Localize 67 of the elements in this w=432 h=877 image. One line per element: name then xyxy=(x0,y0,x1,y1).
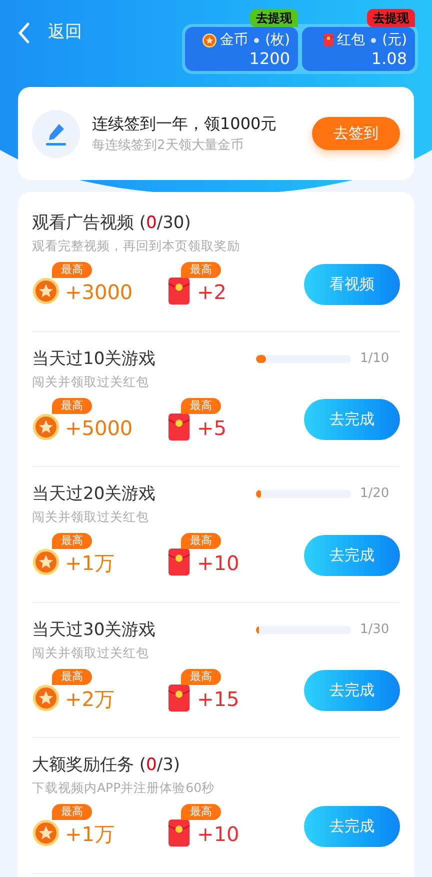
withdraw-tag[interactable]: 去提现 xyxy=(250,9,298,27)
task-title: 大额奖励任务 (0/3) xyxy=(32,754,182,777)
balance-label: 金币 xyxy=(220,31,248,49)
envelope-icon xyxy=(323,33,334,47)
checkin-subtitle: 每连续签到2天领大量金币 xyxy=(92,136,244,155)
max-badge: 最高 xyxy=(181,398,221,414)
withdraw-tag[interactable]: 去提现 xyxy=(367,9,415,27)
coin-reward: +5000 xyxy=(65,414,133,442)
task-subtitle: 闯关并领取过关红包 xyxy=(32,644,150,662)
task-title: 观看广告视频 (0/30) xyxy=(32,212,192,235)
coin-icon xyxy=(32,412,60,440)
envelope-icon xyxy=(167,412,191,442)
max-badge: 最高 xyxy=(52,668,92,684)
pencil-icon xyxy=(32,110,80,158)
max-badge: 最高 xyxy=(52,804,92,820)
max-badge: 最高 xyxy=(181,262,221,278)
task-title: 当天过10关游戏 xyxy=(32,348,157,370)
task-title: 当天过20关游戏 xyxy=(32,483,157,506)
max-badge: 最高 xyxy=(181,533,221,549)
balance-unit: (元) xyxy=(382,31,407,49)
task-subtitle: 闯关并领取过关红包 xyxy=(32,372,150,390)
coin-icon xyxy=(202,32,218,48)
back-icon xyxy=(18,22,30,44)
packet-reward: +5 xyxy=(197,414,226,442)
back-button[interactable]: 返回 xyxy=(18,20,82,46)
checkin-button[interactable]: 去签到 xyxy=(312,117,400,150)
balance-value: 1200 xyxy=(248,49,290,69)
balance-unit: (枚) xyxy=(265,31,290,49)
max-badge: 最高 xyxy=(181,668,221,684)
envelope-icon xyxy=(167,547,191,577)
progress-reading: 1/20 xyxy=(360,485,390,504)
balance-label: 红包 xyxy=(337,31,366,49)
progress-reading: 1/10 xyxy=(360,350,390,368)
checkin-title: 连续签到一年，领1000元 xyxy=(92,112,278,135)
task-button[interactable]: 去完成 xyxy=(304,670,400,711)
coin-reward: +3000 xyxy=(65,279,133,306)
envelope-icon xyxy=(167,276,191,306)
envelope-icon xyxy=(167,818,191,848)
coin-reward: +1万 xyxy=(65,821,114,848)
task-title: 当天过30关游戏 xyxy=(32,618,157,642)
coin-icon xyxy=(32,819,60,847)
balance-value: 1.08 xyxy=(370,49,407,69)
task-subtitle: 观看完整视频，再回到本页领取奖励 xyxy=(32,237,241,255)
coin-icon xyxy=(32,548,60,576)
coin-reward: +1万 xyxy=(65,550,114,577)
packet-reward: +2 xyxy=(197,279,226,306)
packet-reward: +10 xyxy=(197,821,240,848)
task-subtitle: 闯关并领取过关红包 xyxy=(32,508,150,526)
coin-icon xyxy=(32,277,60,305)
packet-reward: +15 xyxy=(197,686,240,712)
max-badge: 最高 xyxy=(52,398,92,414)
task-button[interactable]: 去完成 xyxy=(304,534,400,576)
max-badge: 最高 xyxy=(52,262,92,278)
balance-card[interactable]: 红包 (元) 1.08 xyxy=(302,27,415,71)
back-label: 返回 xyxy=(48,21,82,44)
balance-card[interactable]: 金币 (枚) 1200 xyxy=(185,27,298,71)
max-badge: 最高 xyxy=(52,533,92,549)
progress-reading: 1/30 xyxy=(360,620,390,639)
coin-icon xyxy=(32,684,60,712)
packet-reward: +10 xyxy=(197,550,240,577)
task-button[interactable]: 看视频 xyxy=(304,264,400,304)
max-badge: 最高 xyxy=(181,804,221,820)
coin-reward: +2万 xyxy=(65,686,114,712)
task-button[interactable]: 去完成 xyxy=(304,399,400,440)
envelope-icon xyxy=(167,682,191,712)
task-subtitle: 下载视频内APP并注册体验60秒 xyxy=(32,779,216,797)
task-button[interactable]: 去完成 xyxy=(304,806,400,846)
